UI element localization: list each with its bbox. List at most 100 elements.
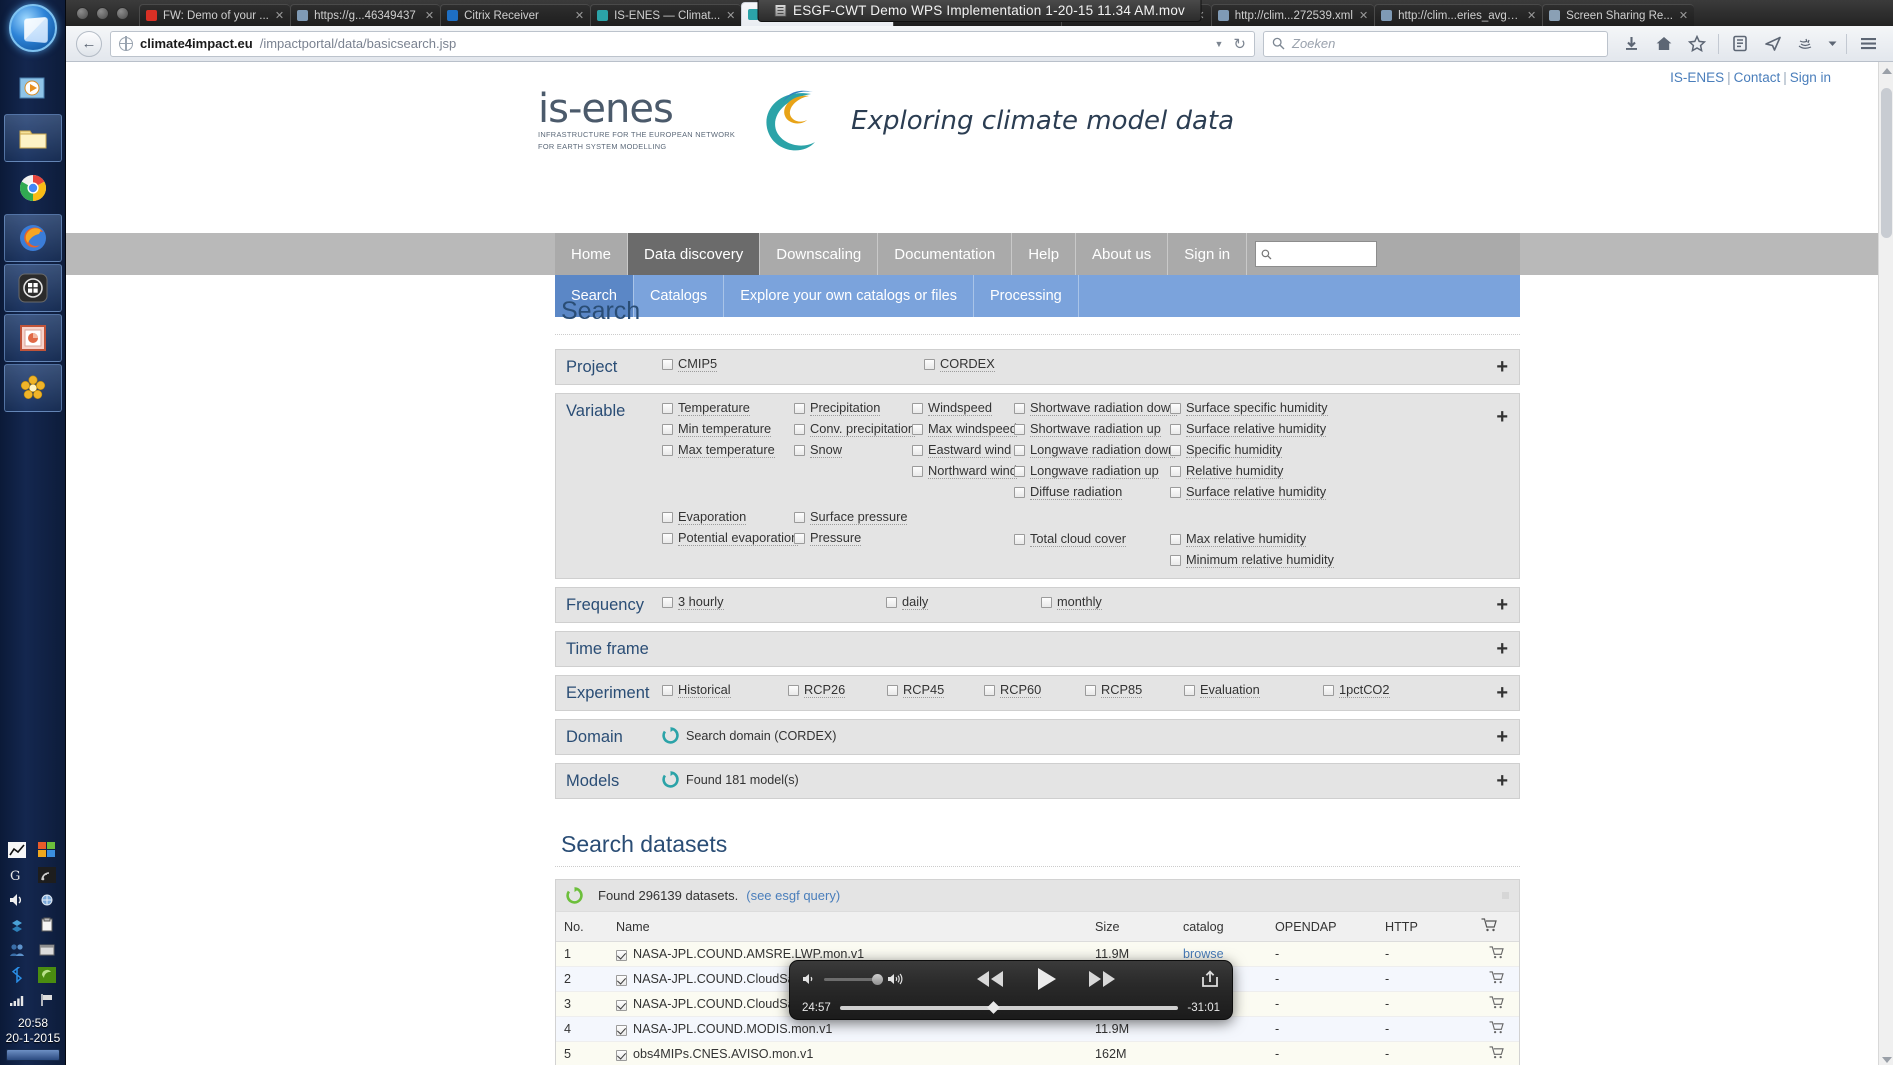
checkbox-max-relative-humidity[interactable] [1170, 534, 1181, 545]
browser-tab[interactable]: http://clim...eries_avg2D ✕ [1374, 4, 1543, 26]
checkbox-row-surface-relative-humidity[interactable]: Surface relative humidity [1170, 422, 1334, 437]
checkbox-conv-precipitation[interactable] [794, 424, 805, 435]
volume-high-icon[interactable] [887, 972, 904, 986]
dataset-select-checkbox[interactable] [616, 949, 627, 961]
fast-forward-button[interactable] [1087, 970, 1117, 988]
cell-cart[interactable] [1473, 1041, 1519, 1065]
clipboard-icon[interactable] [36, 915, 58, 935]
site-search[interactable] [1247, 233, 1385, 275]
checkbox-historical[interactable] [662, 685, 673, 696]
expand-domain-button[interactable]: + [1496, 727, 1508, 747]
checkbox-row-3-hourly[interactable]: 3 hourly [662, 595, 886, 610]
checkbox-row-rcp85[interactable]: RCP85 [1085, 683, 1184, 698]
main-nav-item-sign-in[interactable]: Sign in [1168, 233, 1248, 275]
volume-icon[interactable] [6, 890, 28, 910]
download-icon[interactable] [1616, 30, 1646, 58]
hamburger-menu-icon[interactable] [1853, 30, 1883, 58]
checkbox-row-pressure[interactable]: Pressure [794, 531, 912, 546]
checkbox-shortwave-radiation-down[interactable] [1014, 403, 1025, 414]
flag-icon[interactable] [36, 990, 58, 1010]
taskbar-item-google-chrome[interactable] [4, 164, 62, 212]
chart-icon[interactable] [6, 840, 28, 860]
main-nav-item-help[interactable]: Help [1012, 233, 1077, 275]
browser-tab[interactable]: Screen Sharing Re... ✕ [1542, 4, 1695, 26]
esgf-query-link[interactable]: (see esgf query) [746, 888, 840, 903]
checkbox-surface-relative-humidity[interactable] [1170, 487, 1181, 498]
checkbox-northward-wind[interactable] [912, 466, 923, 477]
windows-security-icon[interactable] [36, 840, 58, 860]
checkbox-surface-relative-humidity[interactable] [1170, 424, 1181, 435]
g-icon[interactable]: G [6, 865, 28, 885]
page-scrollbar[interactable] [1878, 62, 1893, 1065]
signal-icon[interactable] [36, 865, 58, 885]
top-link-is-enes[interactable]: IS-ENES [1670, 70, 1724, 85]
table-row[interactable]: 5 obs4MIPs.CNES.AVISO.mon.v1 162M - - [556, 1041, 1519, 1065]
expand-models-button[interactable]: + [1496, 771, 1508, 791]
column-header-no[interactable]: No. [556, 911, 608, 942]
checkbox-row-rcp60[interactable]: RCP60 [984, 683, 1085, 698]
taskbar-item-file-explorer[interactable] [3, 114, 62, 162]
pocket-icon[interactable] [1791, 30, 1821, 58]
volume-low-icon[interactable] [802, 972, 817, 986]
close-tab-icon[interactable]: ✕ [275, 9, 284, 22]
checkbox-evaluation[interactable] [1184, 685, 1195, 696]
checkbox-row-total-cloud-cover[interactable]: Total cloud cover [1014, 532, 1170, 547]
reading-list-icon[interactable] [1725, 30, 1755, 58]
checkbox-row-diffuse-radiation[interactable]: Diffuse radiation [1014, 485, 1170, 500]
browser-tab[interactable]: http://clim...272539.xml ✕ [1210, 4, 1375, 26]
checkbox-max-windspeed[interactable] [912, 424, 923, 435]
checkbox-eastward-wind[interactable] [912, 445, 923, 456]
quicktime-title-bar[interactable]: ESGF-CWT Demo WPS Implementation 1-20-15… [757, 0, 1202, 22]
checkbox-windspeed[interactable] [912, 403, 923, 414]
chevron-down-icon[interactable]: ▼ [1215, 39, 1224, 49]
checkbox-precipitation[interactable] [794, 403, 805, 414]
dropbox-icon[interactable] [6, 915, 28, 935]
checkbox-row-shortwave-radiation-down[interactable]: Shortwave radiation down [1014, 401, 1178, 416]
checkbox-1pctco2[interactable] [1323, 685, 1334, 696]
checkbox-min-temperature[interactable] [662, 424, 673, 435]
column-header-catalog[interactable]: catalog [1175, 911, 1267, 942]
checkbox-row-snow[interactable]: Snow [794, 443, 912, 458]
checkbox-surface-specific-humidity[interactable] [1170, 403, 1181, 414]
maximize-window-button[interactable] [116, 7, 129, 20]
dataset-select-checkbox[interactable] [616, 974, 627, 986]
taskbar-item-mozilla-firefox[interactable] [3, 214, 62, 262]
cell-cart[interactable] [1473, 941, 1519, 967]
checkbox-row-specific-humidity[interactable]: Specific humidity [1170, 443, 1334, 458]
scroll-up-arrow-icon[interactable] [1882, 68, 1892, 74]
taskbar-item-powerpoint[interactable] [3, 314, 62, 362]
browser-tab[interactable]: IS-ENES — Climat... ✕ [590, 4, 742, 26]
checkbox-row-cordex[interactable]: CORDEX [924, 357, 995, 372]
chevron-down-icon[interactable] [1824, 30, 1840, 58]
checkbox-row-shortwave-radiation-up[interactable]: Shortwave radiation up [1014, 422, 1170, 437]
volume-slider[interactable] [824, 973, 883, 985]
player-progress-knob[interactable] [986, 1001, 1000, 1014]
reload-icon[interactable]: ↻ [1233, 35, 1246, 53]
checkbox-row-max-windspeed[interactable]: Max windspeed [912, 422, 1017, 437]
results-collapse-handle[interactable] [1502, 892, 1509, 899]
quicktime-player-controls[interactable]: 24:57 -31:01 [789, 960, 1233, 1020]
checkbox-evaporation[interactable] [662, 512, 673, 523]
wifi-icon[interactable] [6, 990, 28, 1010]
checkbox-specific-humidity[interactable] [1170, 445, 1181, 456]
close-tab-icon[interactable]: ✕ [425, 9, 434, 22]
taskbar-item-windows-app[interactable] [3, 264, 62, 312]
checkbox-row-historical[interactable]: Historical [662, 683, 788, 698]
bluetooth-icon[interactable] [6, 965, 28, 985]
checkbox-surface-pressure[interactable] [794, 512, 805, 523]
browser-tab[interactable]: https://g...46349437 ✕ [290, 4, 441, 26]
player-progress-slider[interactable] [839, 1001, 1179, 1014]
share-button[interactable] [1200, 970, 1220, 988]
checkbox-potential-evaporation[interactable] [662, 533, 673, 544]
cart-icon[interactable] [1489, 971, 1504, 984]
cart-icon[interactable] [1489, 946, 1504, 959]
close-window-button[interactable] [76, 7, 89, 20]
checkbox-row-monthly[interactable]: monthly [1041, 595, 1102, 610]
checkbox-diffuse-radiation[interactable] [1014, 487, 1025, 498]
checkbox-row-longwave-radiation-down[interactable]: Longwave radiation down [1014, 443, 1176, 458]
checkbox-pressure[interactable] [794, 533, 805, 544]
checkbox-max-temperature[interactable] [662, 445, 673, 456]
checkbox-row-northward-wind[interactable]: Northward wind [912, 464, 1017, 479]
checkbox-row-max-relative-humidity[interactable]: Max relative humidity [1170, 532, 1334, 547]
dataset-select-checkbox[interactable] [616, 1024, 627, 1036]
